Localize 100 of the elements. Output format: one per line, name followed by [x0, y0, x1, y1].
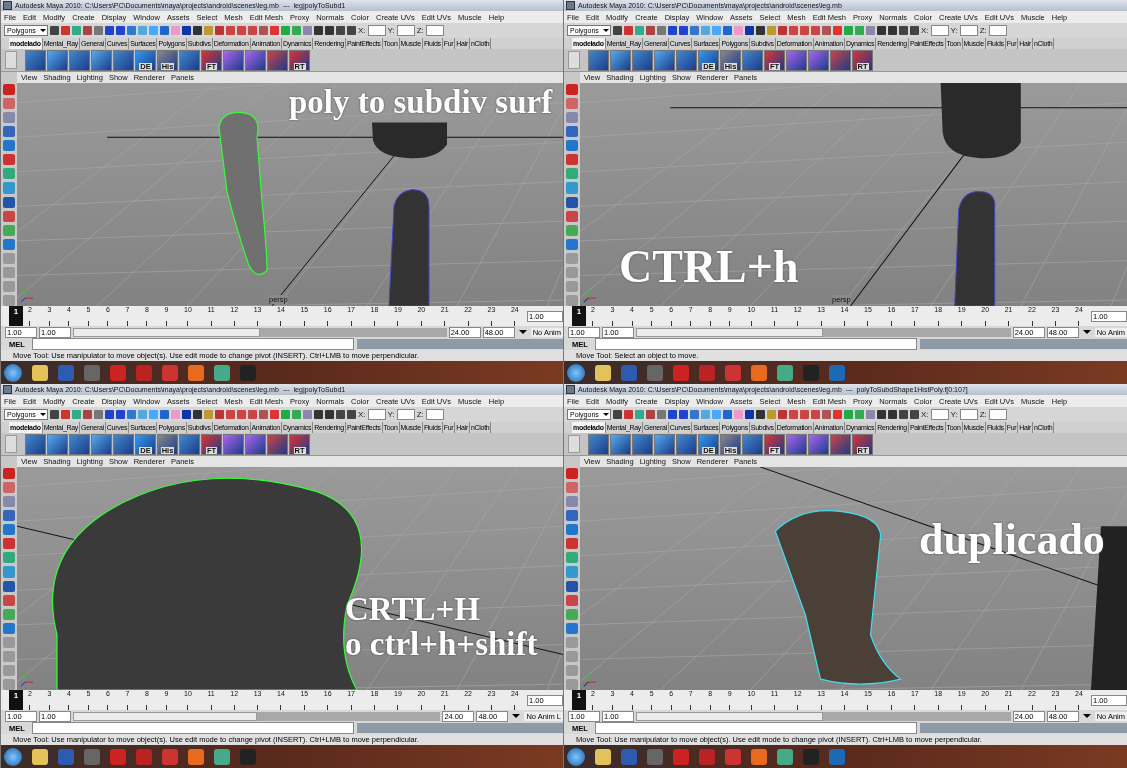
shelf-tool-button[interactable]	[113, 49, 134, 71]
shelf-tool-button[interactable]	[69, 49, 90, 71]
tool-icon[interactable]	[3, 238, 15, 250]
shelf-tool-button[interactable]	[245, 49, 266, 71]
shelf-tool-button[interactable]	[830, 433, 851, 455]
tool-icon[interactable]	[566, 84, 578, 96]
tool-icon[interactable]	[566, 622, 578, 634]
shelf-tool-button[interactable]	[830, 49, 851, 71]
range-slider-handle[interactable]	[636, 327, 824, 337]
coordinate-field[interactable]	[988, 409, 1007, 420]
coordinate-field[interactable]	[959, 409, 978, 420]
command-input-field[interactable]	[595, 722, 917, 734]
start-button[interactable]	[4, 363, 22, 382]
shelf-menu-button[interactable]	[5, 51, 17, 69]
shelf-tool-button[interactable]	[676, 49, 697, 71]
shelf-tool-button[interactable]	[632, 49, 653, 71]
current-frame-marker[interactable]: 1	[572, 690, 586, 710]
tool-icon[interactable]	[566, 580, 578, 592]
caret-icon[interactable]	[518, 330, 527, 334]
shelf-tool-button[interactable]	[786, 433, 807, 455]
shelf-tool-button[interactable]	[786, 49, 807, 71]
caret-icon[interactable]	[1082, 714, 1091, 718]
shelf-tool-button[interactable]	[654, 49, 675, 71]
coordinate-field[interactable]	[396, 409, 415, 420]
tool-icon[interactable]	[3, 552, 15, 564]
tool-icon[interactable]	[3, 126, 15, 138]
taskbar-app-icon[interactable]	[214, 364, 230, 381]
tool-icon[interactable]	[566, 594, 578, 606]
shelf-tool-button[interactable]	[25, 433, 46, 455]
shelf-tool-button[interactable]	[588, 433, 609, 455]
coordinate-field[interactable]	[959, 25, 978, 36]
shelf-tool-button[interactable]	[267, 433, 288, 455]
shelf-tool-button[interactable]	[223, 49, 244, 71]
coordinate-field[interactable]	[425, 25, 444, 36]
range-slider-handle[interactable]	[73, 711, 257, 721]
tool-icon[interactable]	[3, 594, 15, 606]
shelf-tool-button[interactable]	[610, 433, 631, 455]
shelf-tool-button[interactable]	[223, 433, 244, 455]
tool-icon[interactable]	[566, 224, 578, 236]
start-button[interactable]	[567, 747, 585, 766]
taskbar-app-icon[interactable]	[595, 748, 611, 765]
coordinate-field[interactable]	[396, 25, 415, 36]
shelf-tool-button[interactable]	[808, 49, 829, 71]
shelf-menu-button[interactable]	[568, 51, 580, 69]
range-slider-handle[interactable]	[636, 711, 824, 721]
tool-icon[interactable]	[3, 140, 15, 152]
tool-icon[interactable]	[3, 538, 15, 550]
taskbar-app-icon[interactable]	[32, 748, 48, 765]
tool-icon[interactable]	[566, 98, 578, 110]
tool-icon[interactable]	[3, 524, 15, 536]
tool-icon[interactable]	[3, 510, 15, 522]
caret-icon[interactable]	[1082, 330, 1091, 334]
shelf-tool-button[interactable]	[91, 433, 112, 455]
shelf-tool-button[interactable]	[267, 49, 288, 71]
tool-icon[interactable]	[3, 482, 15, 494]
taskbar-app-icon[interactable]	[777, 364, 793, 381]
coordinate-field[interactable]	[367, 25, 386, 36]
tool-icon[interactable]	[566, 510, 578, 522]
tool-icon[interactable]	[3, 608, 15, 620]
shelf-tool-button[interactable]	[610, 49, 631, 71]
range-slider[interactable]	[73, 711, 441, 721]
taskbar-app-icon[interactable]	[188, 364, 204, 381]
range-slider[interactable]	[636, 711, 1011, 721]
command-input-field[interactable]	[32, 722, 354, 734]
tool-icon[interactable]	[3, 168, 15, 180]
shelf-tool-button[interactable]	[588, 49, 609, 71]
coordinate-field[interactable]	[425, 409, 444, 420]
shelf-tool-button[interactable]	[91, 49, 112, 71]
taskbar-app-icon[interactable]	[751, 364, 767, 381]
tool-icon[interactable]	[3, 224, 15, 236]
current-frame-marker[interactable]: 1	[572, 306, 586, 326]
start-button[interactable]	[4, 747, 22, 766]
tool-icon[interactable]	[566, 538, 578, 550]
current-frame-marker[interactable]: 1	[9, 306, 23, 326]
shelf-tool-button[interactable]	[179, 433, 200, 455]
tool-icon[interactable]	[566, 468, 578, 480]
taskbar-app-icon[interactable]	[595, 364, 611, 381]
tool-icon[interactable]	[3, 622, 15, 634]
coordinate-field[interactable]	[930, 25, 949, 36]
tool-icon[interactable]	[3, 580, 15, 592]
shelf-tool-button[interactable]	[742, 433, 763, 455]
taskbar-app-icon[interactable]	[214, 748, 230, 765]
shelf-tool-button[interactable]	[113, 433, 134, 455]
shelf-tool-button[interactable]	[47, 433, 68, 455]
coordinate-field[interactable]	[930, 409, 949, 420]
tool-icon[interactable]	[566, 168, 578, 180]
coordinate-field[interactable]	[367, 409, 386, 420]
tool-icon[interactable]	[3, 210, 15, 222]
command-input-field[interactable]	[595, 338, 917, 350]
taskbar-app-icon[interactable]	[32, 364, 48, 381]
tool-icon[interactable]	[566, 126, 578, 138]
tool-icon[interactable]	[566, 154, 578, 166]
shelf-menu-button[interactable]	[568, 435, 580, 453]
tool-icon[interactable]	[566, 608, 578, 620]
shelf-menu-button[interactable]	[5, 435, 17, 453]
range-slider[interactable]	[636, 327, 1011, 337]
tool-icon[interactable]	[566, 196, 578, 208]
tool-icon[interactable]	[566, 482, 578, 494]
shelf-tool-button[interactable]	[245, 433, 266, 455]
taskbar-app-icon[interactable]	[751, 748, 767, 765]
